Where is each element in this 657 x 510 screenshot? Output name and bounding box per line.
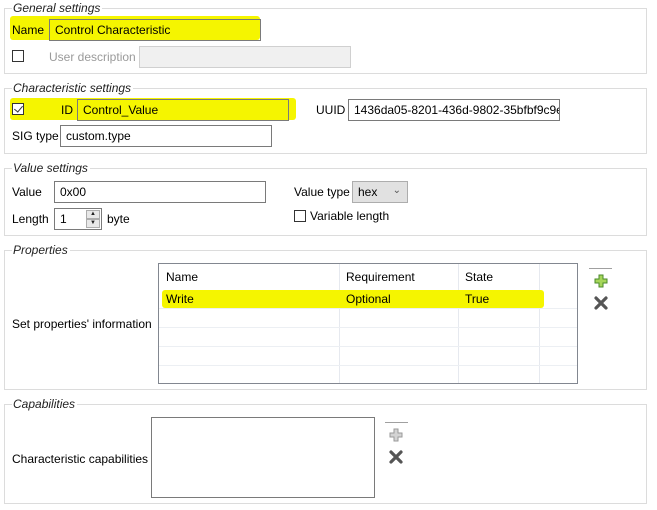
value-type-label: Value type [294,185,350,199]
value-label: Value [12,185,42,199]
user-description-checkbox[interactable] [12,50,24,62]
length-stepper[interactable]: 1 ▲ ▼ [54,208,102,230]
table-row[interactable]: Write Optional True [162,290,544,308]
uuid-input[interactable]: 1436da05-8201-436d-9802-35bfbf9c9e6 [348,99,560,121]
row-requirement: Optional [346,292,391,306]
id-checkbox[interactable] [12,103,24,115]
plus-icon[interactable] [389,428,403,442]
length-unit: byte [107,212,130,226]
value-settings-legend: Value settings [12,161,90,175]
length-increment-button[interactable]: ▲ [86,210,100,219]
value-type-select[interactable]: hex ⌄ [352,181,408,203]
capabilities-list[interactable] [151,417,375,498]
id-input[interactable]: Control_Value [77,99,289,121]
x-icon[interactable] [389,450,403,464]
general-settings-legend: General settings [12,1,103,15]
column-header-requirement[interactable]: Requirement [346,269,415,285]
properties-label: Set properties' information [12,317,152,331]
column-header-state[interactable]: State [465,269,493,285]
value-type-selected: hex [358,185,378,199]
capabilities-label: Characteristic capabilities [12,452,149,466]
column-header-name[interactable]: Name [166,269,198,285]
chevron-down-icon: ⌄ [392,185,401,196]
uuid-label: UUID [316,103,346,117]
variable-length-checkbox[interactable] [294,210,306,222]
value-input[interactable]: 0x00 [54,181,266,203]
capabilities-legend: Capabilities [12,397,78,411]
sig-type-label: SIG type [12,129,59,143]
user-description-label: User description [49,50,136,64]
row-state: True [465,292,490,306]
name-input[interactable]: Control Characteristic [49,19,261,41]
x-icon[interactable] [594,296,608,310]
plus-icon[interactable] [594,274,608,288]
properties-legend: Properties [12,243,70,257]
variable-length-label: Variable length [310,209,390,223]
length-label: Length [12,212,49,226]
row-name: Write [166,292,194,306]
length-decrement-button[interactable]: ▼ [86,219,100,228]
user-description-input [139,46,351,68]
sig-type-input[interactable]: custom.type [60,125,272,147]
length-value: 1 [60,212,67,226]
properties-toolbar-separator [589,268,612,269]
characteristic-settings-legend: Characteristic settings [12,81,134,95]
capabilities-toolbar-separator [385,422,408,423]
id-label: ID [61,103,73,117]
name-label: Name [12,23,45,37]
properties-table[interactable]: Name Requirement State Write Optional Tr… [158,263,578,384]
